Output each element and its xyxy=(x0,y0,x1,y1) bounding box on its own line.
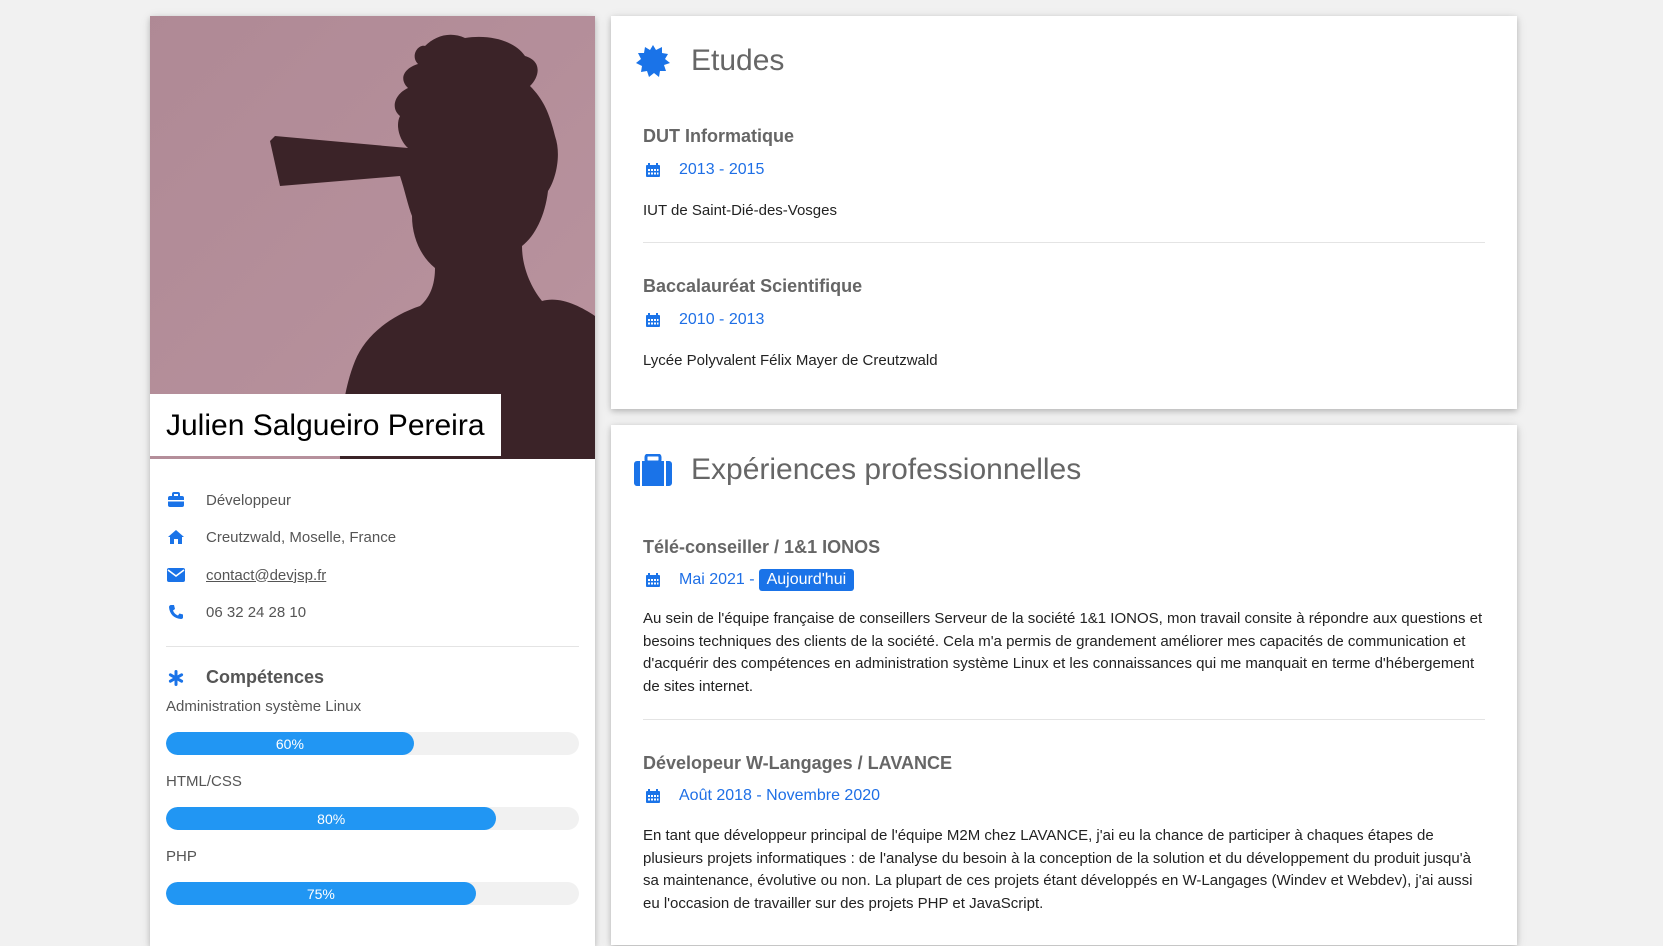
etude-date-text: 2010 - 2013 xyxy=(679,311,765,328)
job-text: Développeur xyxy=(206,491,292,509)
profile-photo xyxy=(150,16,595,459)
skill-label: HTML/CSS xyxy=(166,773,242,790)
suitcase-icon xyxy=(633,454,673,486)
briefcase-icon xyxy=(166,490,186,510)
etude-place: Lycée Polyvalent Félix Mayer de Creutzwa… xyxy=(643,352,938,369)
skill-label: Administration système Linux xyxy=(166,698,362,715)
etude-title: DUT Informatique xyxy=(643,126,794,146)
experiences-title: Expériences professionnelles xyxy=(691,453,1082,486)
skill-fill: 60% xyxy=(166,732,414,755)
experience-date: Mai 2021 - Aujourd'hui xyxy=(643,569,855,591)
skill-label: PHP xyxy=(166,848,197,865)
skills-heading: Compétences xyxy=(166,667,324,688)
calendar-icon xyxy=(643,572,663,588)
divider xyxy=(166,646,579,647)
experience-description: En tant que développeur principal de l'é… xyxy=(643,827,1473,912)
experience-title: Télé-conseiller / 1&1 IONOS xyxy=(643,537,881,557)
etude-date-text: 2013 - 2015 xyxy=(679,161,765,178)
certificate-icon xyxy=(633,44,673,78)
current-badge: Aujourd'hui xyxy=(758,569,855,591)
experiences-heading: Expériences professionnelles xyxy=(633,453,1081,487)
phone-text: 06 32 24 28 10 xyxy=(206,603,307,621)
skill-fill: 80% xyxy=(166,807,497,830)
experience-date-text: Mai 2021 - xyxy=(679,571,755,588)
envelope-icon xyxy=(166,565,186,585)
skill-bar: 60% xyxy=(166,732,579,755)
etudes-title: Etudes xyxy=(691,44,785,77)
calendar-icon xyxy=(643,162,663,178)
asterisk-icon xyxy=(166,669,186,686)
experience-date-text: Août 2018 - Novembre 2020 xyxy=(679,787,881,804)
profile-card: Julien Salgueiro Pereira Développeur Cre… xyxy=(150,16,595,946)
home-icon xyxy=(166,527,186,547)
etudes-card: Etudes DUT Informatique 2013 - 2015 IUT … xyxy=(611,16,1517,409)
experience-title: Dévelopeur W-Langages / LAVANCE xyxy=(643,753,953,773)
calendar-icon xyxy=(643,788,663,804)
job-row: Développeur xyxy=(166,487,291,513)
skills-title: Compétences xyxy=(206,667,325,687)
etude-place: IUT de Saint-Dié-des-Vosges xyxy=(643,202,837,219)
phone-icon xyxy=(166,602,186,622)
etudes-heading: Etudes xyxy=(633,44,784,78)
divider xyxy=(643,719,1485,720)
skill-bar: 75% xyxy=(166,882,579,905)
profile-name: Julien Salgueiro Pereira xyxy=(150,394,501,456)
calendar-icon xyxy=(643,312,663,328)
divider xyxy=(643,242,1485,243)
location-text: Creutzwald, Moselle, France xyxy=(206,528,397,546)
phone-row: 06 32 24 28 10 xyxy=(166,599,306,625)
skill-bar: 80% xyxy=(166,807,579,830)
etude-date: 2013 - 2015 xyxy=(643,161,764,179)
location-row: Creutzwald, Moselle, France xyxy=(166,524,396,550)
etude-date: 2010 - 2013 xyxy=(643,311,764,329)
skill-fill: 75% xyxy=(166,882,476,905)
email-link[interactable]: contact@devjsp.fr xyxy=(206,567,326,584)
experience-description: Au sein de l'équipe française de conseil… xyxy=(643,610,1483,695)
email-row: contact@devjsp.fr xyxy=(166,562,326,588)
experience-date: Août 2018 - Novembre 2020 xyxy=(643,787,880,805)
experiences-card: Expériences professionnelles Télé-consei… xyxy=(611,425,1517,945)
etude-title: Baccalauréat Scientifique xyxy=(643,276,863,296)
